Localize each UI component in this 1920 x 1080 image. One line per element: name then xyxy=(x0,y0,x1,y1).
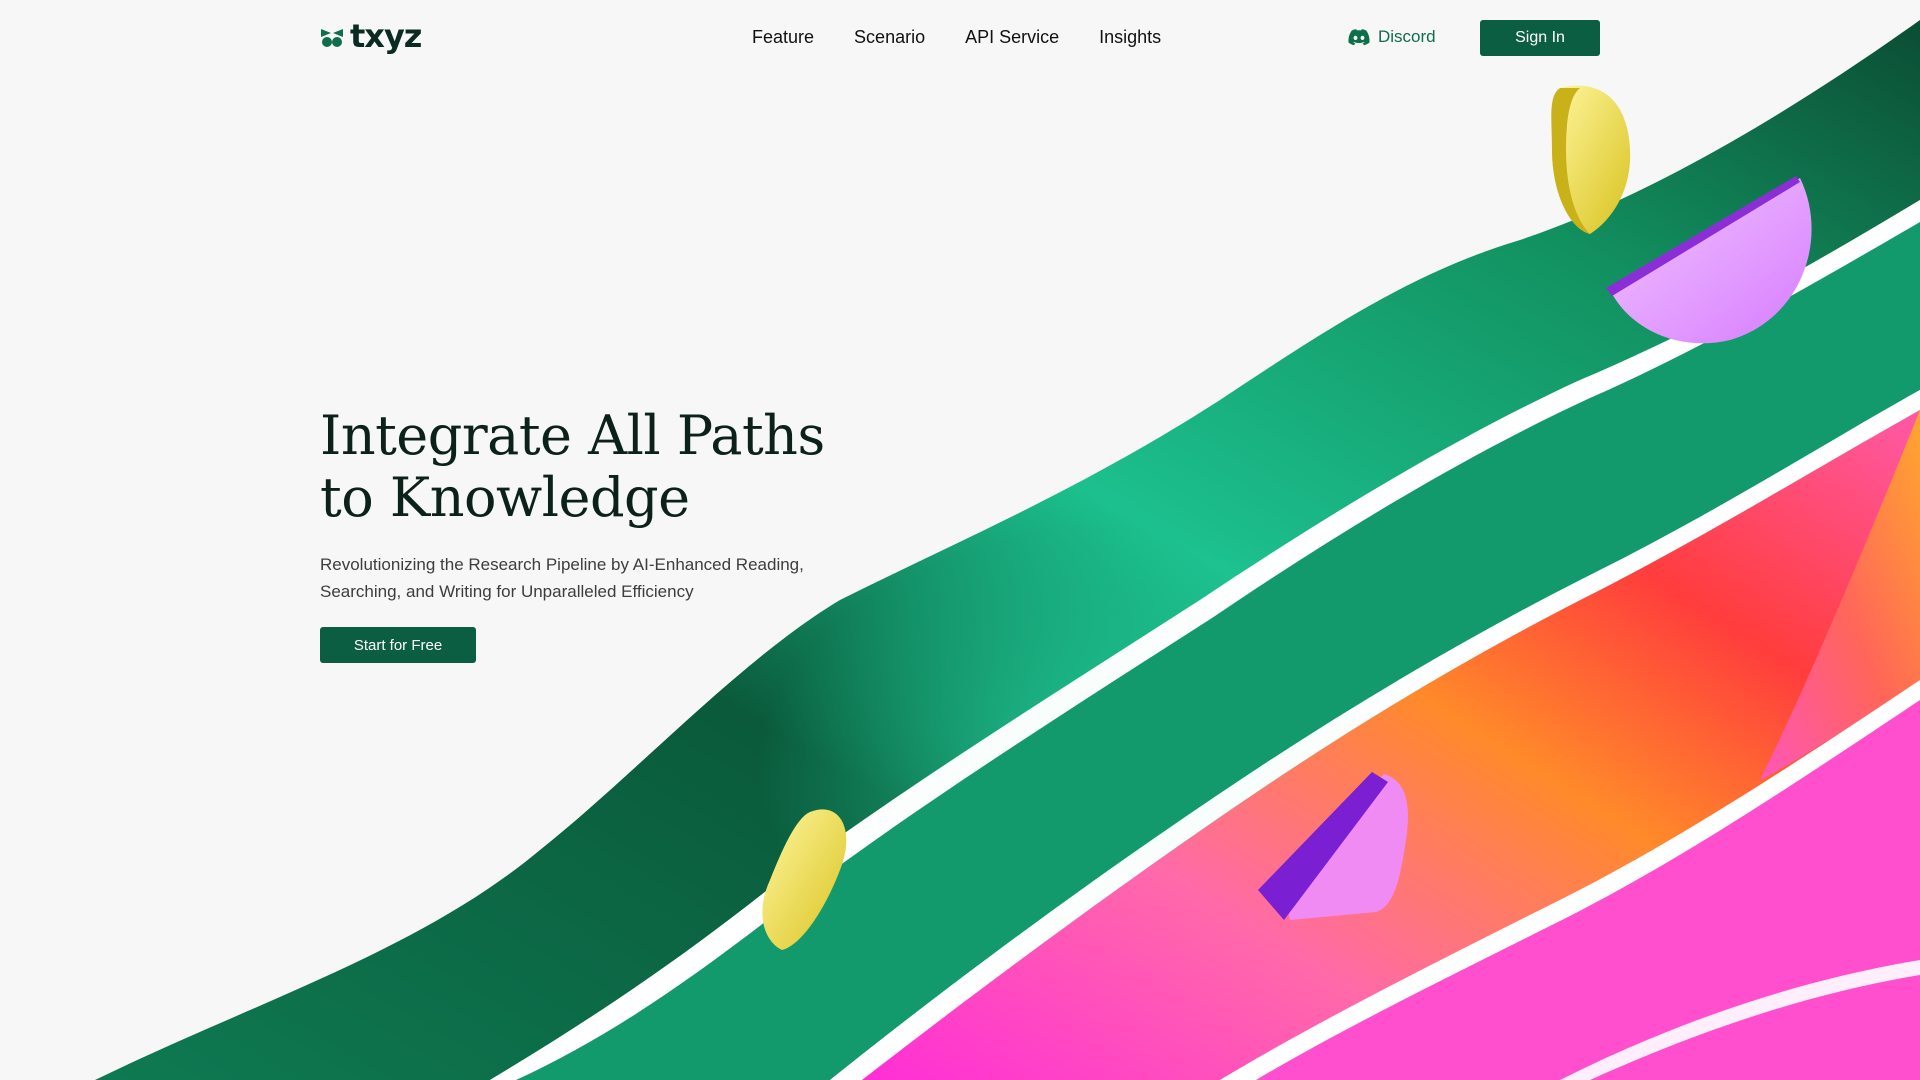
nav-scenario[interactable]: Scenario xyxy=(854,24,925,50)
nav-feature[interactable]: Feature xyxy=(752,24,814,50)
brand-logo[interactable]: txyz xyxy=(320,17,422,55)
discord-icon xyxy=(1348,29,1370,46)
hero-section: Integrate All Paths to Knowledge Revolut… xyxy=(320,405,920,663)
hero-title: Integrate All Paths to Knowledge xyxy=(320,405,920,529)
nav-api-service[interactable]: API Service xyxy=(965,24,1059,50)
main-nav: Feature Scenario API Service Insights xyxy=(752,24,1161,50)
discord-link[interactable]: Discord xyxy=(1348,24,1436,50)
start-for-free-button[interactable]: Start for Free xyxy=(320,627,476,663)
hero-subtitle: Revolutionizing the Research Pipeline by… xyxy=(320,555,804,601)
sign-in-button[interactable]: Sign In xyxy=(1480,20,1600,56)
landing-page: txyz Feature Scenario API Service Insigh… xyxy=(0,0,1920,1080)
hero-ribbon-illustration xyxy=(95,20,1920,1080)
hero-title-line-2: to Knowledge xyxy=(320,466,690,529)
hero-title-line-1: Integrate All Paths xyxy=(320,404,825,467)
nav-insights[interactable]: Insights xyxy=(1099,24,1161,50)
leaf-cluster-icon xyxy=(321,29,343,47)
discord-label: Discord xyxy=(1378,27,1436,46)
site-header: txyz Feature Scenario API Service Insigh… xyxy=(0,0,1920,74)
brand-name: txyz xyxy=(350,17,422,55)
